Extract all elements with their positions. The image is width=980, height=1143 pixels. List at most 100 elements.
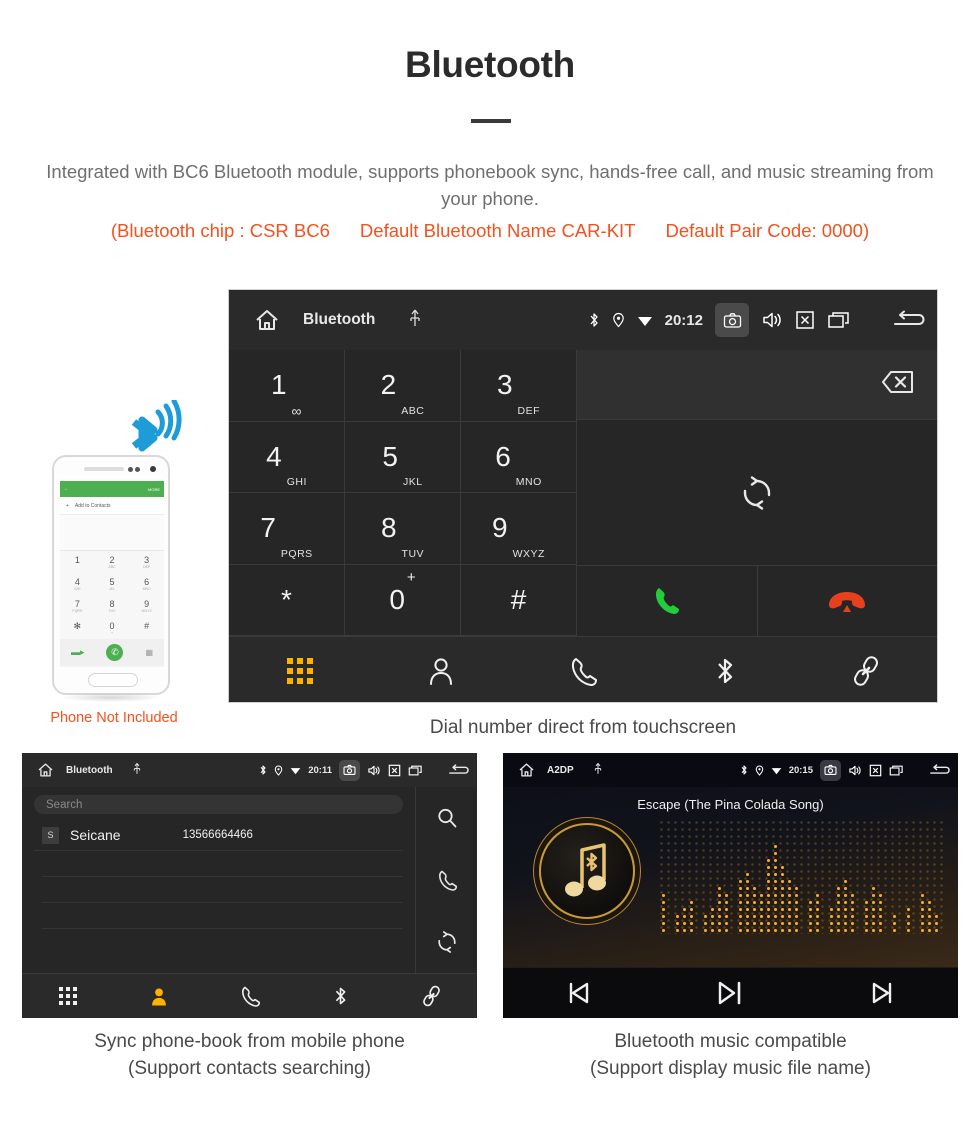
next-track-icon <box>872 982 892 1004</box>
wifi-icon <box>637 314 653 327</box>
key-0-plus: + <box>406 568 416 586</box>
phone-key: # <box>144 621 150 631</box>
hangup-button[interactable] <box>757 566 937 636</box>
key-4-letters: GHI <box>286 476 307 488</box>
key-9[interactable]: 9 WXYZ <box>461 493 577 565</box>
pair-link-icon <box>423 985 440 1007</box>
sync-button[interactable] <box>416 911 477 973</box>
phonebook-clock: 20:11 <box>308 764 332 776</box>
nav-pair[interactable] <box>795 655 937 687</box>
key-0[interactable]: 0 + <box>345 564 461 636</box>
phone-key: 7 PQRS <box>72 599 83 613</box>
call-icon <box>655 588 679 614</box>
volume-icon[interactable] <box>848 764 862 777</box>
phone-keypad: 1 2 ABC 3 DEF 4 GHI 5 JKL 6 MNO 7 PQRS 8 TUV 9W… <box>60 551 164 639</box>
key-4[interactable]: 4 GHI <box>229 421 345 493</box>
previous-track-icon <box>569 982 589 1004</box>
phone-key: 2 ABC <box>108 555 116 569</box>
album-art <box>539 823 635 919</box>
key-3[interactable]: 3 DEF <box>461 350 577 422</box>
dialed-number-display[interactable] <box>577 350 937 420</box>
phone-key: ✻ <box>73 620 82 631</box>
contact-row[interactable]: S Seicane 13566664466 <box>34 820 403 851</box>
music-status-bar: A2DP 20:15 <box>503 753 958 787</box>
bluetooth-icon <box>588 311 600 329</box>
camera-icon[interactable] <box>715 303 749 337</box>
key-9-num: 9 <box>492 512 508 544</box>
search-button[interactable] <box>416 787 477 849</box>
nav-bluetooth[interactable] <box>654 655 796 687</box>
phonebook-bottom-nav <box>22 973 477 1018</box>
phone-key: 9 WXYZ <box>141 599 152 613</box>
close-box-icon[interactable] <box>388 764 401 777</box>
back-icon[interactable] <box>889 310 925 330</box>
key-2-letters: ABC <box>401 404 425 417</box>
nav-contacts[interactable] <box>371 656 513 686</box>
nav-contacts[interactable] <box>113 986 204 1007</box>
back-icon[interactable] <box>927 763 950 777</box>
volume-icon[interactable] <box>367 764 381 777</box>
usb-icon <box>409 308 421 332</box>
close-box-icon[interactable] <box>869 764 882 777</box>
contact-row-empty <box>42 877 403 903</box>
dialer-body: 1 ∞ 2 ABC 3 DEF 4 GHI 5 JKL 6 MNO 7 PQRS 8 TUV 9… <box>229 350 937 636</box>
dialer-status-icons: 20:12 <box>588 303 925 337</box>
back-icon[interactable] <box>446 763 469 777</box>
recents-icon[interactable] <box>827 310 851 330</box>
phone-illustration: ← MORE + Add to Contacts 1 2 ABC 3 DEF 4 GH… <box>52 455 170 705</box>
volume-icon[interactable] <box>761 310 783 330</box>
page-title: Bluetooth <box>405 44 575 85</box>
nav-bluetooth[interactable] <box>295 985 386 1007</box>
music-clock: 20:15 <box>788 764 813 776</box>
camera-icon[interactable] <box>820 759 841 781</box>
phonebook-list: Search S Seicane 13566664466 <box>22 787 415 973</box>
camera-icon[interactable] <box>339 759 360 781</box>
song-title: Escape (The Pina Colada Song) <box>637 797 824 812</box>
phone-add-contact-row: + Add to Contacts <box>60 497 164 515</box>
nav-dialpad[interactable] <box>22 987 113 1005</box>
home-icon[interactable] <box>32 762 58 778</box>
call-button[interactable] <box>416 849 477 911</box>
search-input[interactable]: Search <box>34 795 403 814</box>
key-8-num: 8 <box>380 512 397 544</box>
bluetooth-icon <box>717 658 732 683</box>
key-8-letters: TUV <box>401 547 425 560</box>
music-caption-line1: Bluetooth music compatible <box>614 1031 847 1052</box>
voicemail-icon: ∞ <box>291 402 303 419</box>
search-placeholder: Search <box>46 798 83 811</box>
key-2[interactable]: 2 ABC <box>345 350 461 422</box>
close-box-icon[interactable] <box>795 310 815 330</box>
contacts-icon <box>151 987 166 1005</box>
bluetooth-feature-page: Bluetooth Integrated with BC6 Bluetooth … <box>0 0 980 1143</box>
key-6[interactable]: 6 MNO <box>461 421 577 493</box>
phonebook-status-bar: Bluetooth 20:11 <box>22 753 477 787</box>
phone-back-arrow: ← <box>64 486 69 492</box>
key-8[interactable]: 8 TUV <box>345 493 461 565</box>
key-hash-num: # <box>510 583 527 615</box>
home-icon[interactable] <box>513 762 539 778</box>
key-star[interactable]: * <box>229 564 345 636</box>
nav-call-history[interactable] <box>204 985 295 1007</box>
nav-pair[interactable] <box>386 985 477 1007</box>
bluetooth-icon <box>259 764 267 776</box>
backspace-icon[interactable] <box>869 368 915 401</box>
home-icon[interactable] <box>245 308 289 332</box>
phonebook-title: Bluetooth <box>66 764 113 776</box>
nav-call-history[interactable] <box>512 656 654 686</box>
key-hash[interactable]: # <box>461 564 577 636</box>
recents-icon[interactable] <box>408 764 423 777</box>
call-button[interactable] <box>577 566 758 636</box>
key-1[interactable]: 1 ∞ <box>229 350 345 422</box>
play-pause-button[interactable] <box>655 980 807 1006</box>
sync-contacts-button[interactable] <box>577 420 937 566</box>
previous-track-button[interactable] <box>503 981 655 1005</box>
next-track-button[interactable] <box>806 981 958 1005</box>
recents-icon[interactable] <box>889 764 904 777</box>
nav-dialpad[interactable] <box>229 657 371 684</box>
dialer-right-column <box>577 350 937 636</box>
key-5[interactable]: 5 JKL <box>345 421 461 493</box>
phone-add-contact-label: Add to Contacts <box>74 502 111 509</box>
location-icon <box>755 765 764 776</box>
spec-paircode: Default Pair Code: 0000) <box>665 220 870 241</box>
key-7[interactable]: 7 PQRS <box>229 493 345 565</box>
